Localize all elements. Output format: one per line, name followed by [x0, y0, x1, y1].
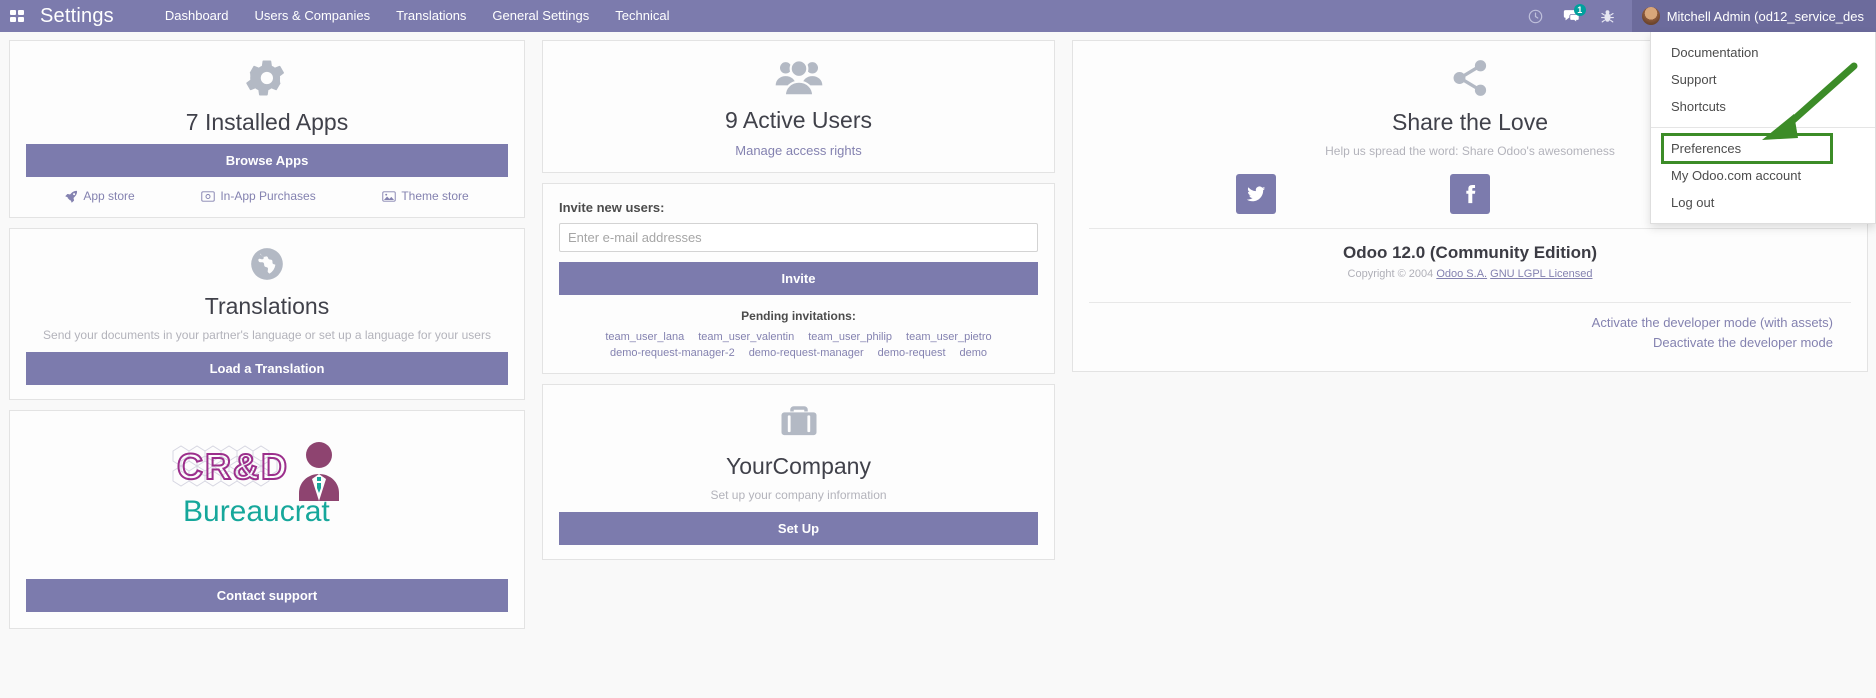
app-store-link-label: App store [83, 189, 135, 203]
active-users-card: 9 Active Users Manage access rights [542, 40, 1055, 173]
image-icon [382, 190, 397, 202]
user-menu-toggle[interactable]: Mitchell Admin (od12_service_des [1631, 0, 1876, 32]
apps-grid-icon [10, 10, 24, 22]
settings-dashboard: 7 Installed Apps Browse Apps App store I… [0, 32, 1876, 698]
deactivate-developer-mode-link[interactable]: Deactivate the developer mode [1089, 333, 1833, 353]
contact-support-button[interactable]: Contact support [26, 579, 508, 612]
messages-count-badge: 1 [1573, 4, 1586, 16]
invite-email-input[interactable] [559, 223, 1038, 252]
invite-label: Invite new users: [559, 200, 665, 215]
installed-apps-card: 7 Installed Apps Browse Apps App store I… [9, 40, 525, 218]
globe-icon [26, 245, 508, 287]
dropdown-divider [1651, 127, 1875, 128]
briefcase-icon [559, 401, 1038, 447]
svg-text:CR&D: CR&D [177, 446, 289, 487]
menu-item-general-settings[interactable]: General Settings [479, 0, 602, 32]
in-app-purchases-label: In-App Purchases [220, 189, 316, 203]
messaging-menu-button[interactable]: 1 [1554, 0, 1590, 32]
manage-access-rights-link[interactable]: Manage access rights [735, 143, 861, 158]
dropdown-item-support[interactable]: Support [1651, 66, 1875, 93]
invite-button[interactable]: Invite [559, 262, 1038, 295]
menu-item-translations[interactable]: Translations [383, 0, 479, 32]
translations-card: Translations Send your documents in your… [9, 228, 525, 400]
twitter-share-button[interactable] [1236, 174, 1276, 214]
copyright-text: Copyright © 2004 [1347, 268, 1434, 280]
company-card: YourCompany Set up your company informat… [542, 384, 1055, 560]
svg-text:Bureaucrat: Bureaucrat [183, 495, 330, 525]
menu-item-dashboard[interactable]: Dashboard [152, 0, 242, 32]
pending-invitations-list: team_user_lana team_user_valentin team_u… [559, 331, 1038, 359]
avatar [1641, 7, 1660, 25]
activate-developer-mode-link[interactable]: Activate the developer mode (with assets… [1089, 313, 1833, 333]
pending-invite-item[interactable]: demo-request [878, 347, 946, 359]
company-title: YourCompany [726, 453, 871, 479]
app-brand-title: Settings [40, 4, 114, 27]
translations-subtitle: Send your documents in your partner's la… [43, 328, 491, 342]
odoo-version-title: Odoo 12.0 (Community Edition) [1342, 243, 1598, 262]
top-navbar: Settings Dashboard Users & Companies Tra… [0, 0, 1876, 224]
user-menu-label: Mitchell Admin (od12_service_des [1666, 8, 1864, 24]
dropdown-item-shortcuts[interactable]: Shortcuts [1651, 93, 1875, 120]
copyright-line: Copyright © 2004 Odoo S.A. GNU LGPL Lice… [1089, 268, 1851, 280]
dropdown-item-documentation[interactable]: Documentation [1651, 39, 1875, 66]
bug-icon [1601, 9, 1615, 22]
money-icon [201, 190, 216, 202]
in-app-purchases-link[interactable]: In-App Purchases [201, 189, 316, 203]
gear-icon [26, 57, 508, 103]
facebook-icon [1466, 185, 1476, 204]
theme-store-label: Theme store [401, 189, 469, 203]
theme-store-link[interactable]: Theme store [382, 189, 469, 203]
pending-invite-item[interactable]: team_user_pietro [906, 331, 992, 343]
set-up-company-button[interactable]: Set Up [559, 512, 1038, 545]
rocket-icon [65, 190, 78, 203]
activity-menu-button[interactable] [1518, 0, 1554, 32]
developer-mode-block: Activate the developer mode (with assets… [1089, 302, 1851, 357]
support-card: CR&D Bureaucrat Contact support [9, 410, 525, 629]
app-store-link[interactable]: App store [65, 189, 135, 203]
navbar-right-tools: 1 Mitchell Admin (od12_service_des [1518, 0, 1876, 32]
middle-column: 9 Active Users Manage access rights Invi… [533, 32, 1063, 698]
load-translation-button[interactable]: Load a Translation [26, 352, 508, 385]
translations-title: Translations [204, 293, 330, 319]
clock-icon [1528, 9, 1543, 23]
company-subtitle: Set up your company information [710, 488, 887, 502]
dropdown-item-my-odoo-account[interactable]: My Odoo.com account [1651, 162, 1875, 189]
pending-invite-item[interactable]: demo-request-manager [749, 347, 864, 359]
installed-apps-title: 7 Installed Apps [185, 109, 349, 135]
facebook-share-button[interactable] [1450, 174, 1490, 214]
menu-item-technical[interactable]: Technical [602, 0, 682, 32]
pending-invite-item[interactable]: team_user_philip [808, 331, 892, 343]
debug-menu-button[interactable] [1590, 0, 1626, 32]
odoo-version-block: Odoo 12.0 (Community Edition) Copyright … [1089, 228, 1851, 290]
pending-invite-item[interactable]: team_user_valentin [698, 331, 794, 343]
pending-invitations-label: Pending invitations: [741, 309, 856, 323]
active-users-title: 9 Active Users [725, 107, 872, 133]
lgpl-license-link[interactable]: GNU LGPL Licensed [1490, 268, 1592, 280]
app-store-links: App store In-App Purchases Theme store [26, 189, 508, 203]
twitter-icon [1246, 186, 1266, 202]
pending-invite-item[interactable]: demo [960, 347, 988, 359]
odoo-sa-link[interactable]: Odoo S.A. [1436, 268, 1487, 280]
main-menu: Dashboard Users & Companies Translations… [152, 0, 683, 32]
crd-bureaucrat-logo: CR&D Bureaucrat [172, 442, 339, 525]
dropdown-item-log-out[interactable]: Log out [1651, 189, 1875, 216]
pending-invite-item[interactable]: team_user_lana [605, 331, 684, 343]
invite-users-card: Invite new users: Invite Pending invitat… [542, 183, 1055, 374]
menu-item-users-companies[interactable]: Users & Companies [241, 0, 383, 32]
apps-menu-toggle[interactable] [0, 10, 34, 22]
left-column: 7 Installed Apps Browse Apps App store I… [0, 32, 533, 698]
browse-apps-button[interactable]: Browse Apps [26, 144, 508, 177]
users-icon [559, 57, 1038, 101]
user-dropdown-menu: Documentation Support Shortcuts Preferen… [1650, 32, 1876, 224]
dropdown-item-preferences[interactable]: Preferences [1661, 133, 1833, 164]
pending-invite-item[interactable]: demo-request-manager-2 [610, 347, 735, 359]
